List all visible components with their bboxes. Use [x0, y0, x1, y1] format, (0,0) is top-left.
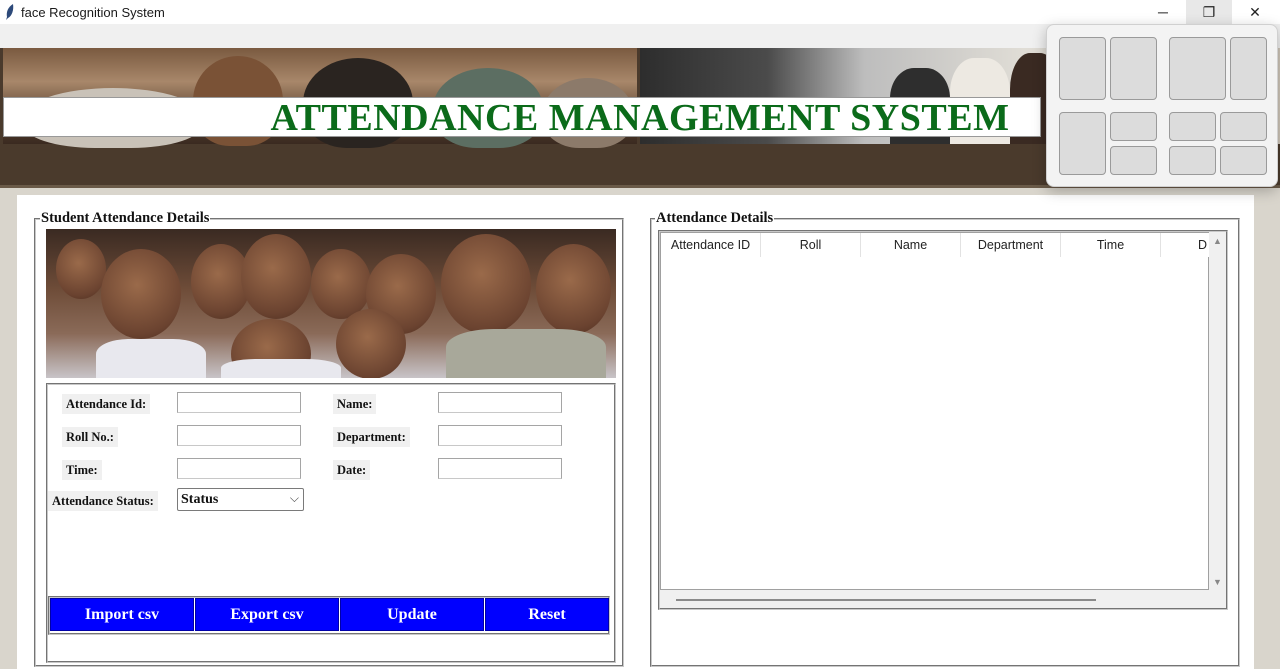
name-label: Name: [333, 394, 377, 414]
minimize-button[interactable]: ─ [1140, 0, 1186, 24]
snap-layout-quad-bottom-left[interactable] [1169, 146, 1216, 175]
column-header-date[interactable]: D [1161, 233, 1209, 257]
vertical-scrollbar[interactable]: ▲ ▼ [1210, 232, 1226, 590]
import-csv-button[interactable]: Import csv [50, 598, 194, 631]
attendance-table[interactable] [660, 232, 1209, 590]
reset-button[interactable]: Reset [485, 598, 609, 631]
snap-layout-quad-top-left[interactable] [1169, 112, 1216, 141]
snap-layout-narrow-right[interactable] [1230, 37, 1267, 100]
time-label: Time: [62, 460, 102, 480]
department-label: Department: [333, 427, 410, 447]
attendance-status-label: Attendance Status: [48, 491, 158, 511]
attendance-id-input[interactable] [177, 392, 301, 413]
snap-layout-wide-left[interactable] [1169, 37, 1226, 100]
snap-layout-quad-top-right[interactable] [1220, 112, 1267, 141]
feather-icon [6, 4, 14, 20]
snap-layout-half-left[interactable] [1059, 37, 1106, 100]
scroll-down-icon[interactable]: ▼ [1213, 577, 1222, 587]
export-csv-button[interactable]: Export csv [195, 598, 339, 631]
roll-no-label: Roll No.: [62, 427, 118, 447]
department-input[interactable] [438, 425, 562, 446]
column-header-time[interactable]: Time [1061, 233, 1161, 257]
attendance-status-value: Status [181, 492, 219, 507]
snap-layout-left-column[interactable] [1059, 112, 1106, 175]
attendance-status-select[interactable]: Status ⌵ [177, 488, 304, 511]
horizontal-scroll-thumb[interactable] [676, 599, 1096, 601]
update-button[interactable]: Update [340, 598, 484, 631]
name-input[interactable] [438, 392, 562, 413]
snap-layout-bottom-right[interactable] [1110, 146, 1157, 175]
restore-icon: ❐ [1202, 3, 1216, 20]
snap-layout-top-right[interactable] [1110, 112, 1157, 141]
roll-no-input[interactable] [177, 425, 301, 446]
window-title: face Recognition System [21, 5, 165, 20]
students-photo [46, 229, 616, 378]
attendance-id-label: Attendance Id: [62, 394, 151, 414]
scroll-up-icon[interactable]: ▲ [1213, 236, 1222, 246]
snap-layout-quad-bottom-right[interactable] [1220, 146, 1267, 175]
maximize-button[interactable]: ❐ [1186, 0, 1232, 24]
horizontal-scrollbar[interactable] [660, 592, 1209, 608]
chevron-down-icon: ⌵ [289, 491, 299, 505]
date-input[interactable] [438, 458, 562, 479]
date-label: Date: [333, 460, 371, 480]
time-input[interactable] [177, 458, 301, 479]
student-attendance-title: Student Attendance Details [40, 210, 211, 227]
snap-layout-half-right[interactable] [1110, 37, 1157, 100]
column-header-attendance-id[interactable]: Attendance ID [661, 233, 761, 257]
attendance-details-title: Attendance Details [655, 210, 775, 227]
column-header-name[interactable]: Name [861, 233, 961, 257]
column-header-roll[interactable]: Roll [761, 233, 861, 257]
snap-layout-flyout [1046, 24, 1278, 187]
column-header-department[interactable]: Department [961, 233, 1061, 257]
minimize-icon: ─ [1158, 4, 1168, 20]
window-titlebar: face Recognition System ─ ❐ ✕ [0, 0, 1280, 24]
close-button[interactable]: ✕ [1232, 0, 1278, 24]
close-icon: ✕ [1249, 3, 1261, 20]
